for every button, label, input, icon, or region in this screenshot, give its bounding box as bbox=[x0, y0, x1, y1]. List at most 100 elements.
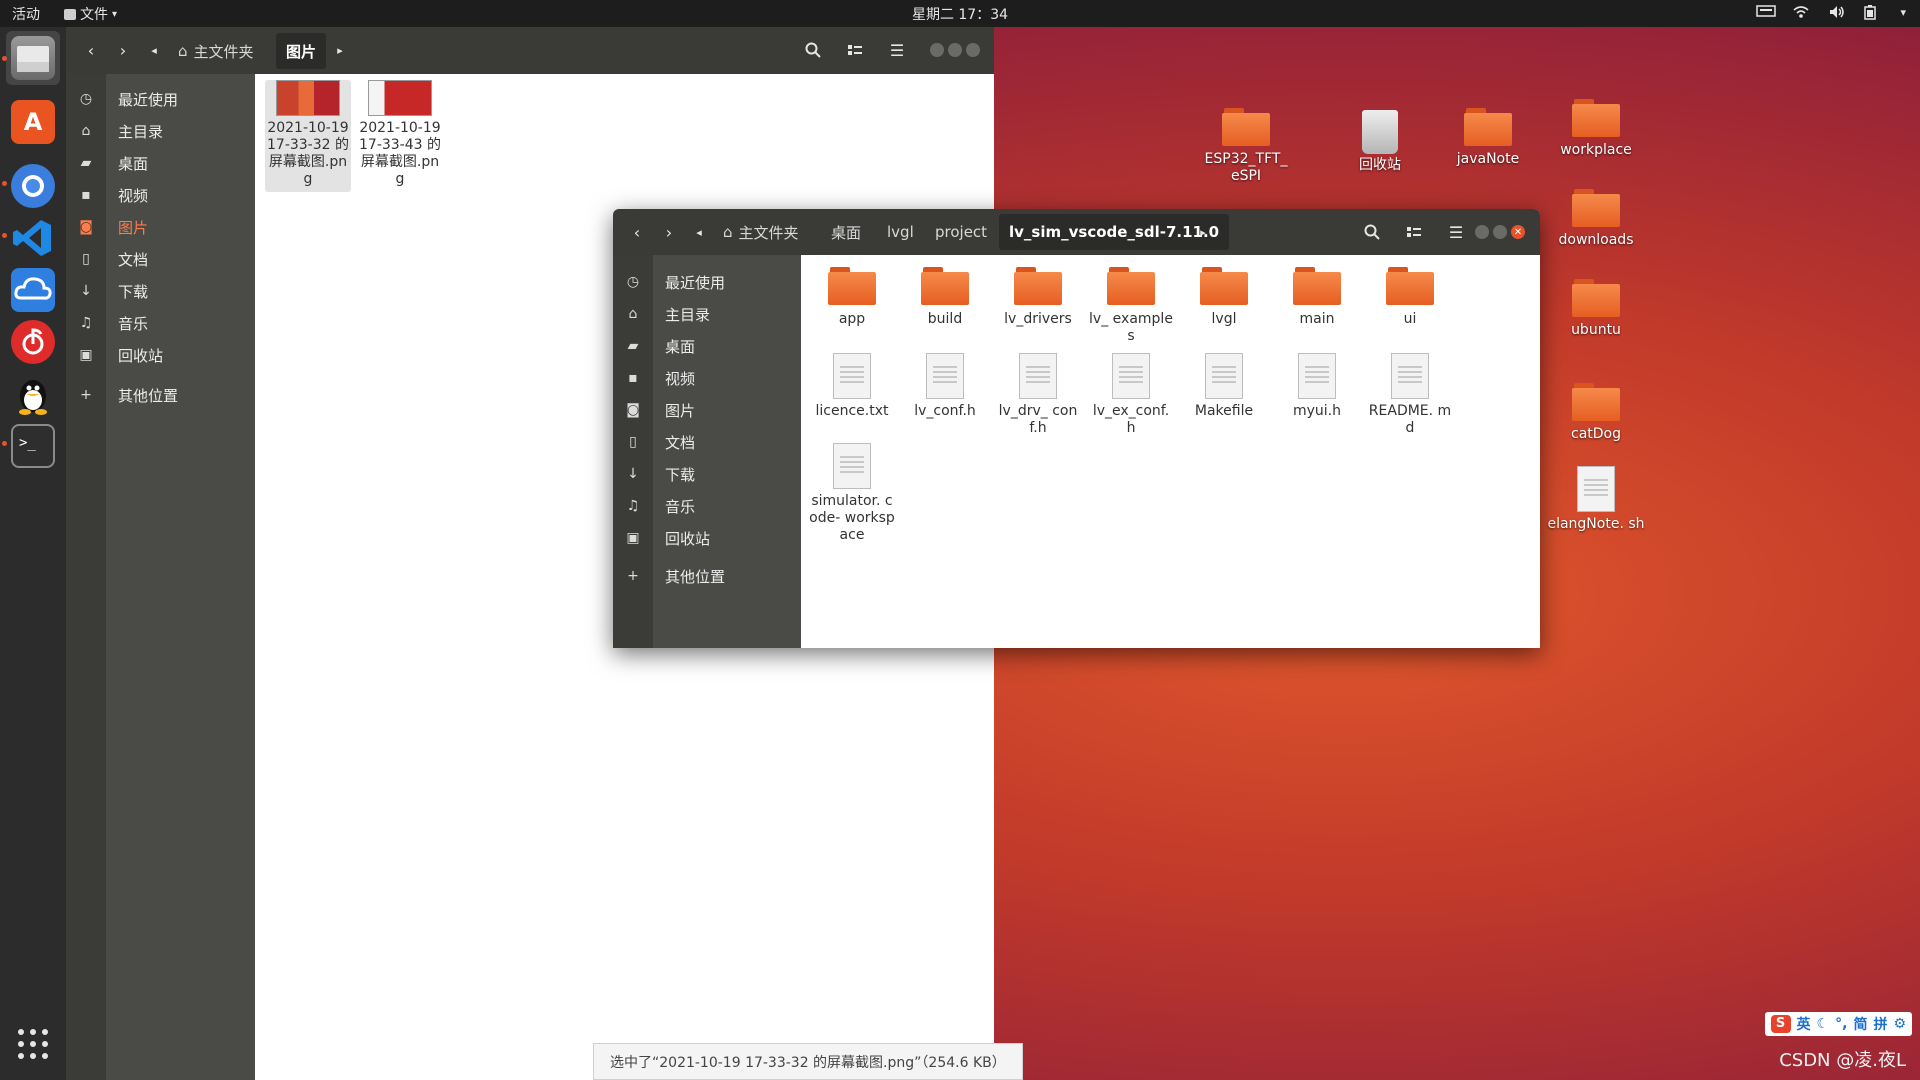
back-button[interactable]: ‹ bbox=[622, 217, 652, 247]
ime-toolbar[interactable]: S 英 ☾ °, 简 拼 ⚙ bbox=[1764, 1012, 1912, 1036]
sidebar-item-pictures[interactable]: ◙ 图片 bbox=[613, 395, 801, 425]
sidebar-item-desktop[interactable]: ▰ 桌面 bbox=[613, 331, 801, 361]
sidebar-item-trash[interactable]: ▣ 回收站 bbox=[613, 523, 801, 553]
menu-button[interactable]: ☰ bbox=[1441, 217, 1471, 247]
breadcrumb-scroll-right[interactable]: ▸ bbox=[332, 35, 348, 65]
punctuation-icon[interactable]: °, bbox=[1835, 1016, 1847, 1032]
desktop-icon-elangnote[interactable]: elangNote. sh bbox=[1546, 466, 1646, 533]
sidebar-item-documents[interactable]: ▯ 文档 bbox=[66, 244, 255, 274]
breadcrumb-desktop[interactable]: 桌面 bbox=[821, 214, 871, 250]
ime-pinyin[interactable]: 拼 bbox=[1873, 1014, 1887, 1034]
back-button[interactable]: ‹ bbox=[76, 35, 106, 65]
file-item[interactable]: lv_drv_ conf.h bbox=[995, 353, 1081, 437]
sidebar-item-downloads[interactable]: ↓ 下载 bbox=[613, 459, 801, 489]
file-item[interactable]: lv_ examples bbox=[1088, 267, 1174, 345]
clock[interactable]: 星期二 17：34 bbox=[912, 4, 1008, 24]
dock-vscode[interactable] bbox=[6, 211, 60, 265]
sidebar-item-downloads[interactable]: ↓ 下载 bbox=[66, 276, 255, 306]
dock-software-center[interactable]: A bbox=[6, 95, 60, 149]
file-item[interactable]: Makefile bbox=[1181, 353, 1267, 420]
show-applications-button[interactable] bbox=[6, 1017, 60, 1071]
dock-files[interactable] bbox=[6, 31, 60, 85]
maximize-button[interactable] bbox=[948, 43, 962, 57]
sidebar-item-recent[interactable]: ◷ 最近使用 bbox=[613, 267, 801, 297]
file-item[interactable]: 2021-10-19 17-33-32 的屏幕截图.png bbox=[265, 80, 351, 192]
breadcrumb-current[interactable]: 图片 bbox=[276, 33, 327, 69]
breadcrumb-home[interactable]: ⌂ 主文件夹 bbox=[168, 33, 264, 69]
sidebar-item-videos[interactable]: ▪ 视频 bbox=[66, 180, 255, 210]
dock-qq[interactable] bbox=[6, 367, 60, 421]
view-toggle-button[interactable] bbox=[840, 35, 870, 65]
file-item[interactable]: 2021-10-19 17-33-43 的屏幕截图.png bbox=[357, 80, 443, 188]
maximize-button[interactable] bbox=[1493, 225, 1507, 239]
sidebar-item-recent[interactable]: ◷ 最近使用 bbox=[66, 84, 255, 114]
search-button[interactable] bbox=[798, 35, 828, 65]
system-indicators[interactable]: ▾ bbox=[1756, 4, 1906, 20]
sidebar-item-other-locations[interactable]: + 其他位置 bbox=[66, 380, 255, 410]
sidebar-item-documents[interactable]: ▯ 文档 bbox=[613, 427, 801, 457]
dock-chromium[interactable] bbox=[6, 159, 60, 213]
breadcrumb-scroll-left[interactable]: ◂ bbox=[146, 35, 162, 65]
running-indicator bbox=[2, 56, 7, 61]
image-thumbnail-icon bbox=[368, 80, 432, 116]
keyboard-icon[interactable] bbox=[1756, 4, 1777, 20]
file-item[interactable]: lv_conf.h bbox=[902, 353, 988, 420]
dock-netease-music[interactable] bbox=[6, 315, 60, 369]
menu-button[interactable]: ☰ bbox=[882, 35, 912, 65]
sidebar-item-trash[interactable]: ▣ 回收站 bbox=[66, 340, 255, 370]
volume-icon[interactable] bbox=[1828, 4, 1846, 20]
minimize-button[interactable] bbox=[1475, 225, 1489, 239]
sidebar-item-home[interactable]: ⌂ 主目录 bbox=[66, 116, 255, 146]
forward-button[interactable]: › bbox=[654, 217, 684, 247]
file-item[interactable]: lv_drivers bbox=[995, 267, 1081, 328]
app-menu[interactable]: 文件 ▾ bbox=[64, 4, 117, 24]
desktop-icon-esp32[interactable]: ESP32_TFT_ eSPI bbox=[1196, 108, 1296, 185]
gear-icon[interactable]: ⚙ bbox=[1893, 1016, 1906, 1032]
moon-icon[interactable]: ☾ bbox=[1817, 1016, 1830, 1032]
breadcrumb-scroll-left[interactable]: ◂ bbox=[691, 217, 707, 247]
sidebar-item-home[interactable]: ⌂ 主目录 bbox=[613, 299, 801, 329]
sidebar-item-desktop[interactable]: ▰ 桌面 bbox=[66, 148, 255, 178]
ime-language[interactable]: 英 bbox=[1797, 1014, 1811, 1034]
sidebar-item-music[interactable]: ♫ 音乐 bbox=[66, 308, 255, 338]
sidebar-item-pictures[interactable]: ◙ 图片 bbox=[66, 212, 255, 242]
search-button[interactable] bbox=[1357, 217, 1387, 247]
file-item[interactable]: simulator. code- workspace bbox=[809, 443, 895, 544]
battery-icon[interactable] bbox=[1864, 4, 1882, 20]
file-item[interactable]: ui bbox=[1367, 267, 1453, 328]
breadcrumb-lvgl[interactable]: lvgl bbox=[877, 214, 924, 250]
netease-music-icon bbox=[11, 320, 55, 364]
file-item[interactable]: lvgl bbox=[1181, 267, 1267, 328]
wifi-icon[interactable] bbox=[1792, 4, 1810, 20]
ime-simplified[interactable]: 简 bbox=[1853, 1014, 1867, 1034]
sidebar-item-other-locations[interactable]: + 其他位置 bbox=[613, 561, 801, 591]
file-item[interactable]: README. md bbox=[1367, 353, 1453, 437]
sidebar-item-videos[interactable]: ▪ 视频 bbox=[613, 363, 801, 393]
file-item[interactable]: app bbox=[809, 267, 895, 328]
breadcrumb-home[interactable]: ⌂ 主文件夹 bbox=[713, 214, 809, 250]
desktop-icon-ubuntu[interactable]: ubuntu bbox=[1546, 279, 1646, 339]
breadcrumb-project[interactable]: project bbox=[925, 214, 997, 250]
minimize-button[interactable] bbox=[930, 43, 944, 57]
desktop-icon-downloads[interactable]: downloads bbox=[1546, 189, 1646, 249]
chevron-down-icon[interactable]: ▾ bbox=[1900, 6, 1906, 19]
file-item[interactable]: main bbox=[1274, 267, 1360, 328]
close-button[interactable]: ✕ bbox=[1511, 225, 1525, 239]
text-file-icon bbox=[1391, 353, 1429, 399]
desktop-icon-javanote[interactable]: javaNote bbox=[1438, 108, 1538, 168]
close-button[interactable] bbox=[966, 43, 980, 57]
forward-button[interactable]: › bbox=[108, 35, 138, 65]
desktop-icon-trash[interactable]: 回收站 bbox=[1330, 110, 1430, 174]
file-item[interactable]: lv_ex_conf. h bbox=[1088, 353, 1174, 437]
file-item[interactable]: myui.h bbox=[1274, 353, 1360, 420]
file-item[interactable]: build bbox=[902, 267, 988, 328]
activities-button[interactable]: 活动 bbox=[12, 4, 40, 24]
file-item[interactable]: licence.txt bbox=[809, 353, 895, 420]
desktop-icon-catdog[interactable]: catDog bbox=[1546, 383, 1646, 443]
dock-terminal[interactable]: >_ bbox=[6, 419, 60, 473]
view-toggle-button[interactable] bbox=[1399, 217, 1429, 247]
desktop-icon-workplace[interactable]: workplace bbox=[1546, 99, 1646, 159]
breadcrumb-scroll-right[interactable]: ▸ bbox=[1195, 217, 1211, 247]
sidebar-item-music[interactable]: ♫ 音乐 bbox=[613, 491, 801, 521]
dock-cloud[interactable] bbox=[6, 263, 60, 317]
